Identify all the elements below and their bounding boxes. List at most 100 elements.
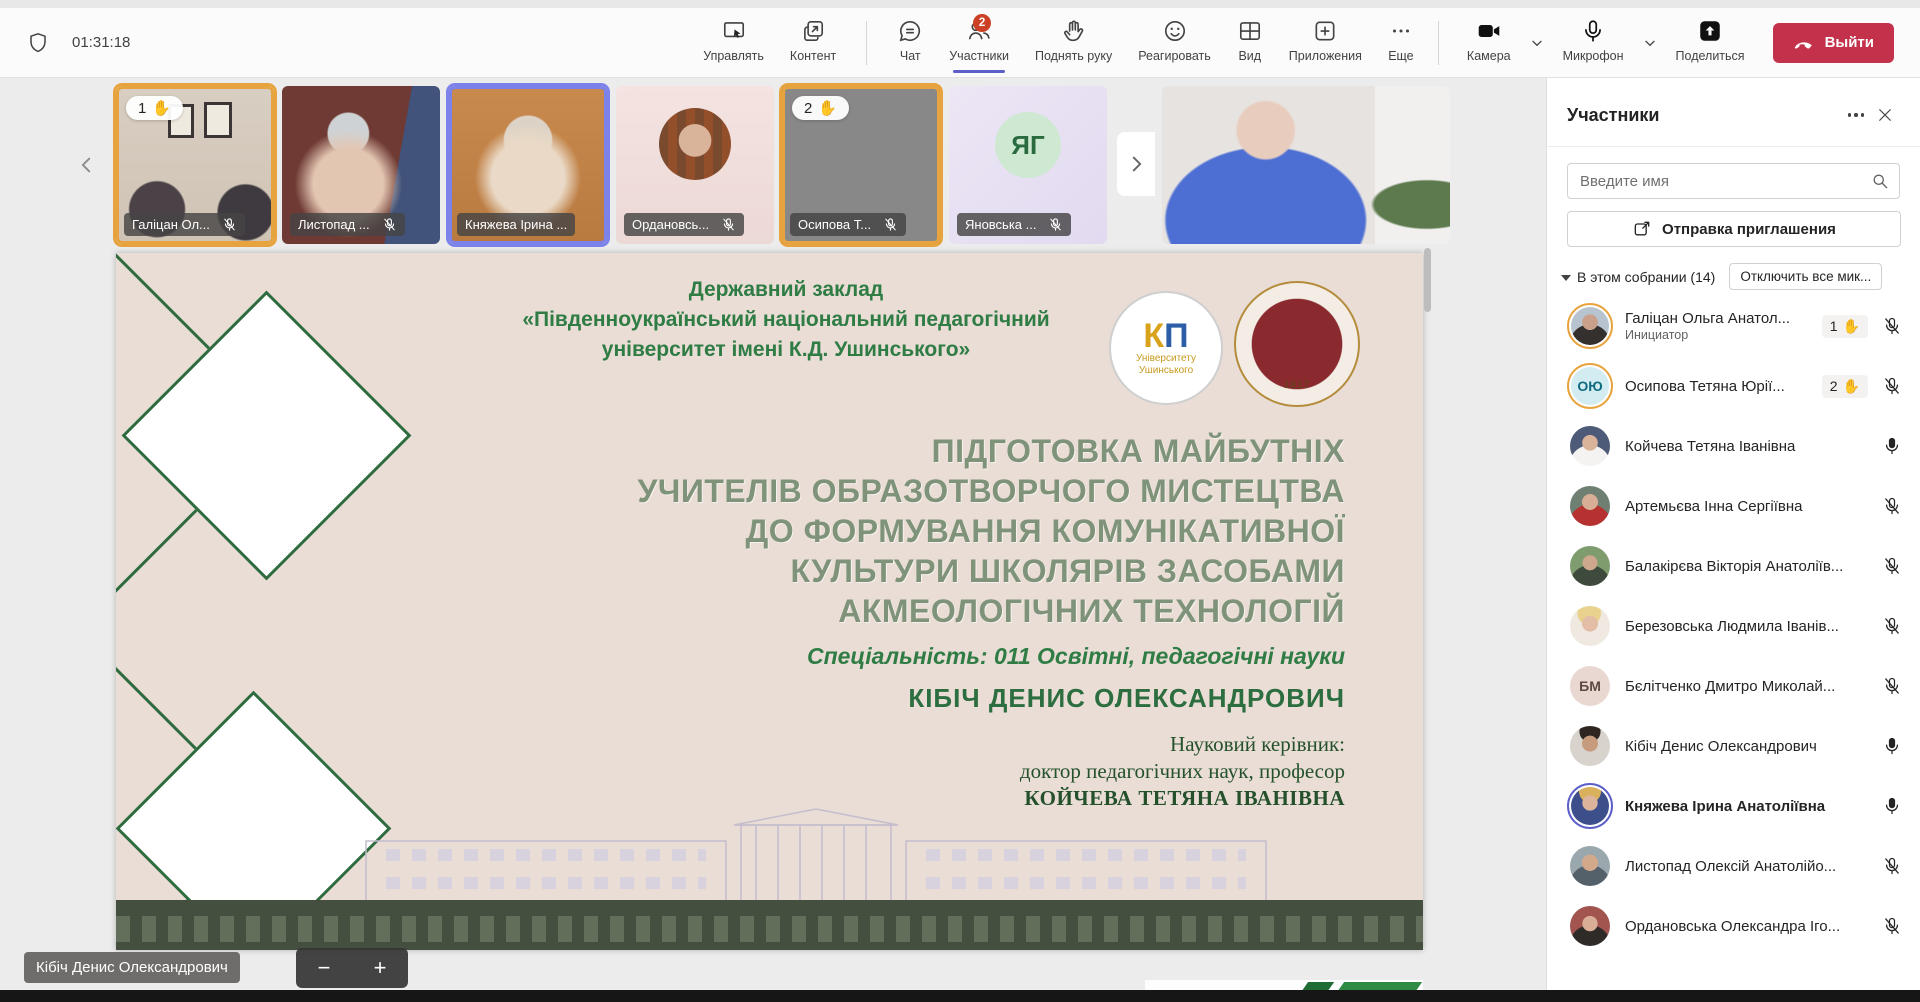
avatar: ОЮ [1567,363,1613,409]
microphone-button[interactable]: Микрофон [1553,14,1634,71]
mic-muted-icon [1882,316,1902,336]
camera-button[interactable]: Камера [1457,14,1521,71]
video-tile-osypova[interactable]: 2✋ Осипова Т... [782,86,940,244]
content-button[interactable]: Контент [780,14,846,71]
raise-hand-icon [1061,18,1087,44]
filmstrip-next-chevron[interactable] [1117,132,1155,196]
participant-row[interactable]: Листопад Олексій Анатолійо... [1547,836,1920,896]
section-collapse-caret[interactable] [1561,275,1571,281]
manage-button[interactable]: Управлять [693,14,774,71]
participant-search-input[interactable] [1567,163,1900,199]
meeting-timer: 01:31:18 [72,34,130,51]
participant-list: Галіцан Ольга Анатол... Инициатор 1✋ ОЮ … [1547,296,1920,956]
avatar [1567,603,1613,649]
meeting-stage: 1✋ Галіцан Ол... Листопад ... Княжева Ір… [0,78,1546,1002]
participant-row[interactable]: Княжева Ірина Анатоліївна [1547,776,1920,836]
participant-row[interactable]: ОЮ Осипова Тетяна Юрії... 2✋ [1547,356,1920,416]
mic-muted-icon [1882,856,1902,876]
send-invite-button[interactable]: Отправка приглашения [1567,211,1901,247]
raised-hand-badge: 1✋ [1822,315,1868,338]
ordanovska-avatar [659,108,731,180]
share-content-icon [800,18,826,44]
participant-row[interactable]: Кібіч Денис Олександрович [1547,716,1920,776]
search-icon [1870,171,1890,191]
avatar [1567,483,1613,529]
chat-button[interactable]: Чат [887,14,933,71]
participant-row[interactable]: БМ Бєлітченко Дмитро Миколай... [1547,656,1920,716]
zoom-in-button[interactable]: + [360,957,400,979]
share-screen-button[interactable]: Поделиться [1666,14,1755,71]
video-tile-ordanovska[interactable]: Ордановсь... [616,86,774,244]
avatar [1567,903,1613,949]
shared-presentation-slide: Державний заклад «Південноукраїнський на… [116,253,1423,950]
panel-more-button[interactable] [1842,107,1871,123]
tile-name-label: Княжева Ірина ... [457,213,575,236]
video-tile-lystopad[interactable]: Листопад ... [282,86,440,244]
tile-name-label: Галіцан Ол... [124,213,245,236]
in-meeting-section-label: В этом собрании (14) [1577,269,1715,285]
mic-on-icon [1882,436,1902,456]
mic-muted-icon [1882,616,1902,636]
avatar: БМ [1567,663,1613,709]
mic-muted-icon [1882,676,1902,696]
apps-button[interactable]: Приложения [1279,14,1372,71]
raise-hand-button[interactable]: Поднять руку [1025,14,1122,71]
share-invite-icon [1632,219,1652,239]
slide-organization-name: Державний заклад «Південноукраїнський на… [476,275,1096,365]
mic-muted-icon [721,217,736,232]
camera-options-chevron[interactable] [1525,29,1549,57]
building-illustration [346,803,1286,903]
more-ellipsis-icon [1848,113,1865,117]
manage-screen-icon [721,18,747,44]
participant-row[interactable]: Березовська Людмила Іванів... [1547,596,1920,656]
avatar [1567,843,1613,889]
shield-icon [26,31,50,55]
filmstrip-prev-chevron[interactable] [72,146,102,184]
tile-name-label: Листопад ... [290,213,405,236]
toolbar-divider [866,21,867,65]
tile-name-label: Яновська ... [957,213,1071,236]
grid-view-icon [1237,18,1263,44]
mic-muted-icon [222,217,237,232]
raised-hand-badge: 1✋ [126,96,183,120]
more-button[interactable]: Еще [1378,14,1424,71]
participant-role: Инициатор [1625,328,1790,342]
chat-icon [897,18,923,44]
zoom-out-button[interactable]: − [304,957,344,979]
mute-all-button[interactable]: Отключить все мик... [1729,263,1882,290]
tile-name-label: Ордановсь... [624,213,744,236]
participant-row[interactable]: Балакірєва Вікторія Анатоліїв... [1547,536,1920,596]
participant-row[interactable]: Койчева Тетяна Іванівна [1547,416,1920,476]
mic-on-icon [1882,736,1902,756]
mic-on-icon [1882,796,1902,816]
yanovska-initials-avatar: ЯГ [995,112,1061,178]
band-window-pattern [116,916,1423,942]
meeting-toolbar: 01:31:18 Управлять Контент Чат 2 Участни… [0,0,1920,78]
participant-row[interactable]: Артемьєва Інна Сергіївна [1547,476,1920,536]
tile-name-label: Осипова Т... [790,213,906,236]
view-button[interactable]: Вид [1227,14,1273,71]
camera-icon [1475,18,1503,44]
microphone-icon [1580,18,1606,44]
video-tile-kniazheva[interactable]: Княжева Ірина ... [449,86,607,244]
panel-close-button[interactable] [1870,100,1900,130]
video-tile-speaker-large[interactable] [1162,86,1450,244]
wall-frame [204,102,232,138]
microphone-options-chevron[interactable] [1638,29,1662,57]
react-button[interactable]: Реагировать [1128,14,1221,71]
close-icon [1876,106,1894,124]
video-tile-yanovska[interactable]: ЯГ Яновська ... [949,86,1107,244]
leave-meeting-button[interactable]: Выйти [1773,23,1894,63]
panel-title: Участники [1567,105,1660,126]
university-kp-logo: КП Університету Ушинського [1109,291,1223,405]
slide-author: КІБІЧ ДЕНИС ОЛЕКСАНДРОВИЧ [908,683,1345,714]
slide-title: ПІДГОТОВКА МАЙБУТНІХ УЧИТЕЛІВ ОБРАЗОТВОР… [637,431,1345,631]
video-tile-galitsan[interactable]: 1✋ Галіцан Ол... [116,86,274,244]
participants-count-badge: 2 [973,14,991,32]
mic-muted-icon [382,217,397,232]
participant-row[interactable]: Ордановська Олександра Іго... [1547,896,1920,956]
stage-scrollbar[interactable] [1424,248,1431,312]
slide-specialty: Спеціальність: 011 Освітні, педагогічні … [807,643,1345,670]
participants-button[interactable]: 2 Участники [939,14,1019,71]
participant-row[interactable]: Галіцан Ольга Анатол... Инициатор 1✋ [1547,296,1920,356]
